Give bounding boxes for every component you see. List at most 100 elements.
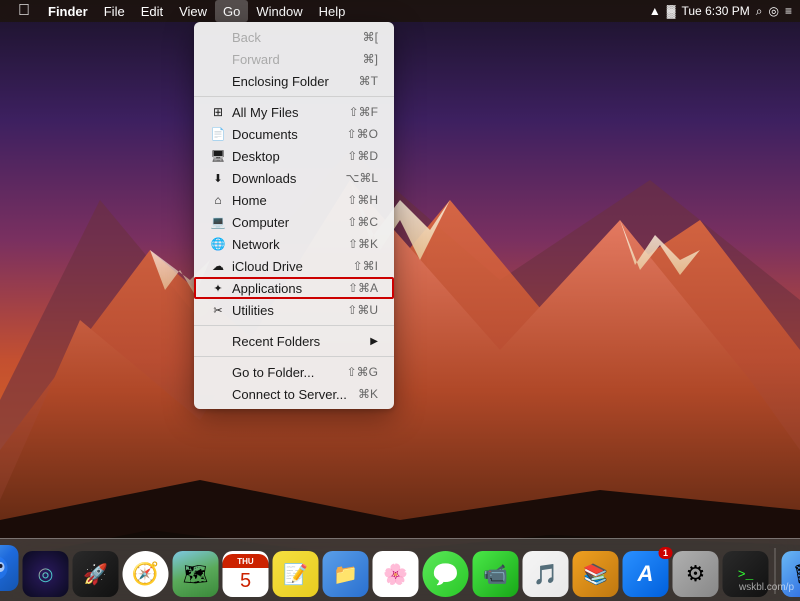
- dock-item-finder[interactable]: [0, 545, 19, 597]
- all-files-label: All My Files: [232, 105, 298, 120]
- notes-icon: 📝: [273, 551, 319, 597]
- maps-icon: 🗺: [173, 551, 219, 597]
- dock-item-facetime[interactable]: 📹: [473, 551, 519, 597]
- documents-shortcut: ⇧⌘O: [347, 127, 378, 141]
- dock-item-appstore[interactable]: A 1: [623, 551, 669, 597]
- menu-item-downloads[interactable]: ⬇ Downloads ⌥⌘L: [194, 167, 394, 189]
- dock-item-siri[interactable]: ◎: [23, 551, 69, 597]
- menu-item-network[interactable]: 🌐 Network ⇧⌘K: [194, 233, 394, 255]
- network-label: Network: [232, 237, 280, 252]
- menu-item-connect[interactable]: Connect to Server... ⌘K: [194, 383, 394, 405]
- dock-item-files[interactable]: 📁: [323, 551, 369, 597]
- menu-item-all-my-files[interactable]: ⊞ All My Files ⇧⌘F: [194, 101, 394, 123]
- menu-item-computer[interactable]: 💻 Computer ⇧⌘C: [194, 211, 394, 233]
- dock-item-safari[interactable]: 🧭: [123, 551, 169, 597]
- separator-2: [194, 325, 394, 326]
- menubar-left:  Finder File Edit View Go Window Help: [8, 0, 353, 22]
- dock-item-sysprefs[interactable]: ⚙: [673, 551, 719, 597]
- desktop-background: [0, 0, 800, 601]
- finder-menu-item[interactable]: Finder: [40, 0, 96, 22]
- help-menu-item[interactable]: Help: [311, 0, 354, 22]
- goto-folder-label: Go to Folder...: [232, 365, 314, 380]
- goto-folder-icon: [210, 364, 226, 380]
- dock-item-notes[interactable]: 📝: [273, 551, 319, 597]
- window-menu-item[interactable]: Window: [248, 0, 310, 22]
- icloud-shortcut: ⇧⌘I: [353, 259, 378, 273]
- menu-item-utilities[interactable]: ✂ Utilities ⇧⌘U: [194, 299, 394, 321]
- messages-icon: 💬: [423, 551, 469, 597]
- safari-icon: 🧭: [123, 551, 169, 597]
- all-files-shortcut: ⇧⌘F: [349, 105, 378, 119]
- menu-item-icloud[interactable]: ☁ iCloud Drive ⇧⌘I: [194, 255, 394, 277]
- computer-label: Computer: [232, 215, 289, 230]
- all-files-icon: ⊞: [210, 104, 226, 120]
- desktop-icon: 🖥: [210, 148, 226, 164]
- photos-icon: 🌸: [373, 551, 419, 597]
- enclosing-shortcut: ⌘T: [359, 74, 378, 88]
- facetime-icon: 📹: [473, 551, 519, 597]
- clock: Tue 6:30 PM: [682, 4, 750, 18]
- downloads-shortcut: ⌥⌘L: [345, 171, 378, 185]
- downloads-icon: ⬇: [210, 170, 226, 186]
- files-icon: 📁: [323, 551, 369, 597]
- dock: ◎ 🚀 🧭 🗺 THU 5: [0, 538, 800, 601]
- desktop:  Finder File Edit View Go Window Help ▲…: [0, 0, 800, 601]
- menu-item-goto-folder[interactable]: Go to Folder... ⇧⌘G: [194, 361, 394, 383]
- dock-item-music[interactable]: 🎵: [523, 551, 569, 597]
- control-center-icon[interactable]: ≡: [785, 4, 792, 18]
- books-icon: 📚: [573, 551, 619, 597]
- applications-label: Applications: [232, 281, 302, 296]
- edit-menu-item[interactable]: Edit: [133, 0, 171, 22]
- menu-item-home[interactable]: ⌂ Home ⇧⌘H: [194, 189, 394, 211]
- recent-folders-arrow: ▶: [370, 336, 378, 347]
- finder-icon: [0, 545, 19, 591]
- music-icon: 🎵: [523, 551, 569, 597]
- recent-folders-label: Recent Folders: [232, 334, 320, 349]
- back-icon: [210, 29, 226, 45]
- computer-icon: 💻: [210, 214, 226, 230]
- utilities-shortcut: ⇧⌘U: [347, 303, 378, 317]
- search-icon[interactable]: ⌕: [756, 4, 763, 19]
- home-icon: ⌂: [210, 192, 226, 208]
- siri-icon: ◎: [23, 551, 69, 597]
- applications-shortcut: ⇧⌘A: [348, 281, 378, 295]
- separator-3: [194, 356, 394, 357]
- icloud-icon: ☁: [210, 258, 226, 274]
- siri-icon[interactable]: ◎: [769, 4, 779, 18]
- dock-item-photos[interactable]: 🌸: [373, 551, 419, 597]
- network-icon: 🌐: [210, 236, 226, 252]
- menu-item-applications[interactable]: ✦ Applications ⇧⌘A: [194, 277, 394, 299]
- icloud-label: iCloud Drive: [232, 259, 303, 274]
- battery-icon: ▓: [667, 4, 676, 18]
- goto-folder-shortcut: ⇧⌘G: [347, 365, 378, 379]
- documents-icon: 📄: [210, 126, 226, 142]
- view-menu-item[interactable]: View: [171, 0, 215, 22]
- menu-item-documents[interactable]: 📄 Documents ⇧⌘O: [194, 123, 394, 145]
- menu-item-forward[interactable]: Forward ⌘]: [194, 48, 394, 70]
- enclosing-icon: [210, 73, 226, 89]
- computer-shortcut: ⇧⌘C: [347, 215, 378, 229]
- dock-item-calendar[interactable]: THU 5: [223, 551, 269, 597]
- dock-item-messages[interactable]: 💬: [423, 551, 469, 597]
- dock-item-launchpad[interactable]: 🚀: [73, 551, 119, 597]
- connect-icon: [210, 386, 226, 402]
- desktop-shortcut: ⇧⌘D: [347, 149, 378, 163]
- forward-icon: [210, 51, 226, 67]
- menubar:  Finder File Edit View Go Window Help ▲…: [0, 0, 800, 22]
- dock-item-maps[interactable]: 🗺: [173, 551, 219, 597]
- dock-item-books[interactable]: 📚: [573, 551, 619, 597]
- desktop-label: Desktop: [232, 149, 280, 164]
- menu-item-desktop[interactable]: 🖥 Desktop ⇧⌘D: [194, 145, 394, 167]
- utilities-label: Utilities: [232, 303, 274, 318]
- go-menu-item[interactable]: Go: [215, 0, 248, 22]
- forward-label: Forward: [232, 52, 280, 67]
- file-menu-item[interactable]: File: [96, 0, 133, 22]
- utilities-icon: ✂: [210, 302, 226, 318]
- apple-icon: : [18, 2, 30, 20]
- home-label: Home: [232, 193, 267, 208]
- apple-menu-item[interactable]: : [8, 0, 40, 22]
- menu-item-recent-folders[interactable]: Recent Folders ▶: [194, 330, 394, 352]
- menu-item-enclosing[interactable]: Enclosing Folder ⌘T: [194, 70, 394, 92]
- back-shortcut: ⌘[: [363, 30, 378, 44]
- menu-item-back[interactable]: Back ⌘[: [194, 26, 394, 48]
